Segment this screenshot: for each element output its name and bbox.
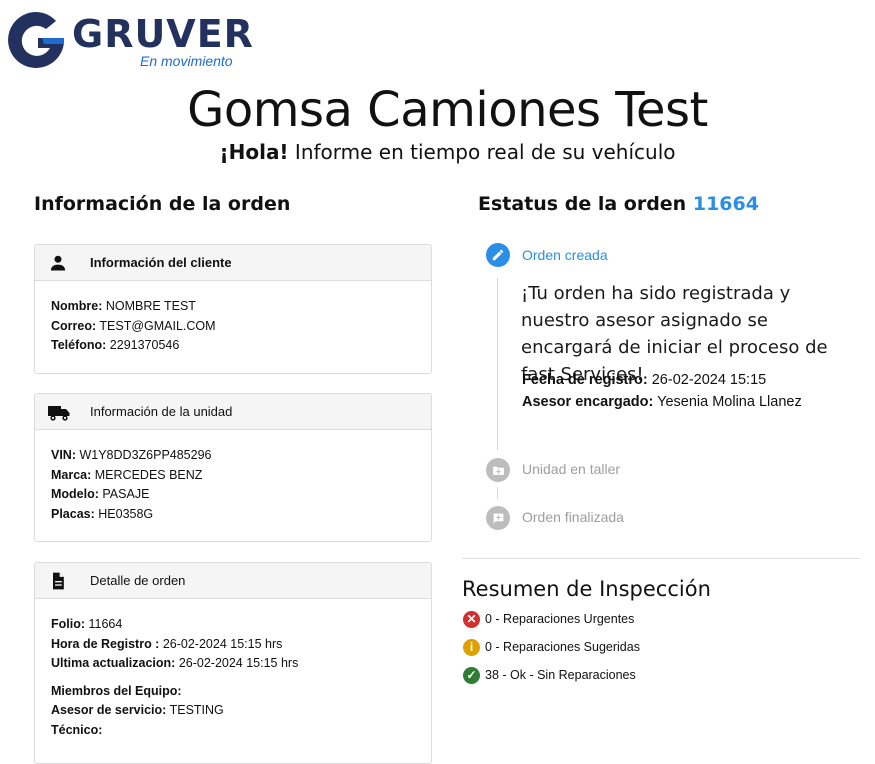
urgent-repairs-item: ✕ 0 - Reparaciones Urgentes [463,609,634,629]
brand-name: GRUVER [72,12,254,56]
technician-label: Técnico: [51,722,103,737]
info-icon: i [463,638,480,656]
unit-plates-row: Placas: HE0358G [51,505,415,525]
registration-date-value: 26-02-2024 15:15 [647,372,767,388]
error-icon: ✕ [463,610,480,628]
ok-items-item: ✓ 38 - Ok - Sin Reparaciones [463,665,636,685]
client-email-value: TEST@GMAIL.COM [96,318,216,333]
unit-brand-row: Marca: MERCEDES BENZ [51,466,415,486]
team-members-label: Miembros del Equipo: [51,683,182,698]
service-advisor-row: Asesor de servicio: TESTING [51,701,415,721]
timeline-connector [497,278,498,450]
registration-date-row: Fecha de registro: 26-02-2024 15:15 [522,369,766,391]
unit-info-card: Información de la unidad VIN: W1Y8DD3Z6P… [34,393,432,542]
unit-vin-value: W1Y8DD3Z6PP485296 [76,448,212,462]
timeline-connector [497,487,498,499]
order-detail-card: Detalle de orden Folio: 11664 Hora de Re… [34,562,432,764]
check-icon: ✓ [463,666,480,684]
client-phone-label: Teléfono: [51,338,107,352]
assigned-advisor-row: Asesor encargado: Yesenia Molina Llanez [522,391,802,413]
unit-model-row: Modelo: PASAJE [51,485,415,505]
registro-value: 26-02-2024 15:15 hrs [159,636,283,651]
urgent-repairs-text: 0 - Reparaciones Urgentes [485,612,635,626]
team-members-row: Miembros del Equipo: [51,682,415,702]
registro-row: Hora de Registro : 26-02-2024 15:15 hrs [51,635,415,655]
order-detail-card-header: Detalle de orden [35,563,431,599]
greeting-bold: ¡Hola! [219,140,289,164]
inspection-summary-heading: Resumen de Inspección [462,577,711,601]
unit-model-value: PASAJE [98,487,150,501]
client-email-row: Correo: TEST@GMAIL.COM [51,317,415,337]
timeline-step-finished: Orden finalizada [522,509,624,525]
document-icon [53,572,64,590]
assigned-advisor-value: Yesenia Molina Llanez [653,394,802,410]
assigned-advisor-label: Asesor encargado: [522,394,654,410]
unit-vin-row: VIN: W1Y8DD3Z6PP485296 [51,446,415,466]
client-info-card: Información del cliente Nombre: NOMBRE T… [34,244,432,374]
service-advisor-label: Asesor de servicio: [51,703,167,717]
gruver-logo-mark [8,12,64,68]
registration-date-label: Fecha de registro: [522,372,648,388]
order-number: 11664 [692,193,759,215]
page-subtitle: ¡Hola! Informe en tiempo real de su vehí… [0,140,875,164]
actualizacion-row: Ultima actualizacion: 26-02-2024 15:15 h… [51,654,415,674]
chat-plus-icon [486,506,510,530]
folio-value: 11664 [85,617,123,631]
truck-icon [48,406,70,421]
client-name-value: NOMBRE TEST [102,299,196,313]
client-info-body: Nombre: NOMBRE TEST Correo: TEST@GMAIL.C… [35,281,431,368]
brand-tagline: En movimiento [140,53,233,69]
unit-brand-value: MERCEDES BENZ [91,467,203,482]
client-info-card-header: Información del cliente [35,245,431,281]
suggested-repairs-text: 0 - Reparaciones Sugeridas [485,640,640,654]
greeting-text: Informe en tiempo real de su vehículo [288,140,676,164]
order-detail-body: Folio: 11664 Hora de Registro : 26-02-20… [35,599,431,752]
client-email-label: Correo: [51,318,97,333]
folio-label: Folio: [51,617,86,631]
technician-row: Técnico: [51,721,415,741]
ok-items-text: 38 - Ok - Sin Reparaciones [485,668,636,682]
unit-model-label: Modelo: [51,487,99,501]
client-info-title: Información del cliente [90,255,232,270]
order-info-heading: Información de la orden [34,193,291,215]
unit-info-body: VIN: W1Y8DD3Z6PP485296 Marca: MERCEDES B… [35,430,431,536]
unit-plates-label: Placas: [51,506,95,521]
order-detail-title: Detalle de orden [90,573,186,588]
registro-label: Hora de Registro : [51,636,160,651]
client-phone-value: 2291370546 [106,338,180,352]
unit-plates-value: HE0358G [94,506,154,521]
service-advisor-value: TESTING [166,703,224,717]
actualizacion-value: 26-02-2024 15:15 hrs [175,656,299,670]
suggested-repairs-item: i 0 - Reparaciones Sugeridas [463,637,640,657]
timeline-step-workshop: Unidad en taller [522,461,621,477]
client-name-row: Nombre: NOMBRE TEST [51,297,415,317]
order-status-title: Estatus de la orden [478,193,687,215]
page-title: Gomsa Camiones Test [187,82,708,138]
actualizacion-label: Ultima actualizacion: [51,656,176,670]
section-divider [462,558,860,559]
unit-info-title: Información de la unidad [90,404,233,419]
client-name-label: Nombre: [51,299,103,313]
unit-vin-label: VIN: [51,448,76,462]
person-icon [50,255,66,271]
client-phone-row: Teléfono: 2291370546 [51,336,415,356]
unit-info-card-header: Información de la unidad [35,394,431,430]
timeline-step-created: Orden creada [522,247,608,263]
folder-plus-icon [486,458,510,482]
folio-row: Folio: 11664 [51,615,415,635]
order-status-heading: Estatus de la orden 11664 [478,192,759,216]
unit-brand-label: Marca: [51,467,92,482]
pencil-icon [486,243,510,267]
